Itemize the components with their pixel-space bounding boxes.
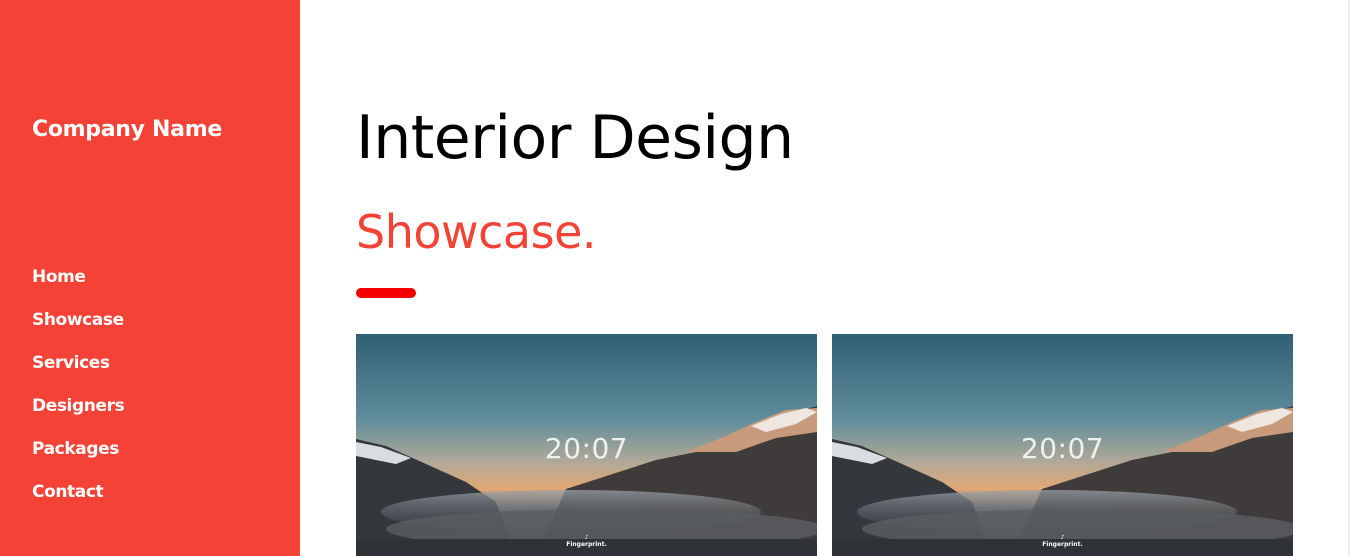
nav-item-packages[interactable]: Packages	[32, 436, 124, 479]
nav-item-showcase[interactable]: Showcase	[32, 307, 124, 350]
showcase-card[interactable]: 20:07 ♪ Fingerprint.	[832, 334, 1293, 556]
company-name[interactable]: Company Name	[32, 112, 232, 148]
music-note-icon: ♪	[584, 534, 589, 541]
nav-item-contact[interactable]: Contact	[32, 479, 124, 522]
nav-item-services[interactable]: Services	[32, 350, 124, 393]
nav-item-designers[interactable]: Designers	[32, 393, 125, 436]
main-content: Interior Design Showcase. 20:07 ♪ Finger…	[356, 0, 1296, 556]
showcase-card[interactable]: 20:07 ♪ Fingerprint.	[356, 334, 817, 556]
section-title: Showcase.	[356, 205, 597, 259]
nav-item-home[interactable]: Home	[32, 264, 124, 307]
main-nav: Home Showcase Services Designers Package…	[32, 264, 125, 522]
page-title: Interior Design	[356, 103, 794, 173]
music-note-icon: ♪	[1060, 534, 1065, 541]
showcase-gallery: 20:07 ♪ Fingerprint. 20:07 ♪ Fingerprint…	[356, 334, 1293, 556]
clock-time: 20:07	[1020, 432, 1105, 465]
sidebar: Company Name Home Showcase Services Desi…	[0, 0, 300, 556]
card-brand: Fingerprint.	[566, 541, 607, 548]
clock-time: 20:07	[544, 432, 629, 465]
title-underline	[356, 288, 416, 298]
card-brand: Fingerprint.	[1042, 541, 1083, 548]
